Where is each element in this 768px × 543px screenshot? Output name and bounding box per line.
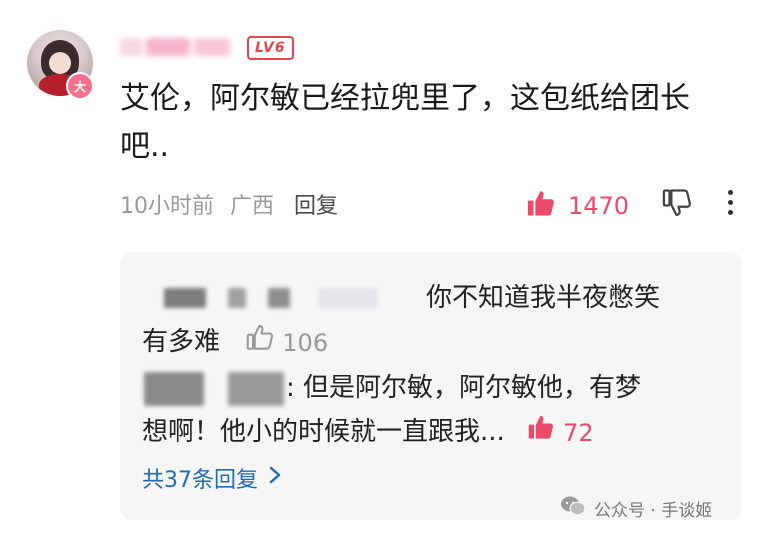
watermark-text: 公众号 · 手谈姬 (594, 501, 713, 521)
wechat-icon (560, 495, 586, 522)
reply-2-text-line2: 想啊！他小的时候就一直跟我... (142, 417, 505, 447)
reply-1-text-line1: 你不知道我半夜憋笑 (426, 283, 661, 313)
comment-meta: 10小时前 广西 回复 (120, 188, 338, 220)
reply-1-text-line2: 有多难 (142, 327, 221, 357)
reply-1-line2: 有多难 106 (142, 322, 328, 363)
replies-panel: 你不知道我半夜憋笑 有多难 106 : 但是阿尔敏，阿尔敏他，有梦 想啊！他小的… (120, 252, 742, 520)
thumbs-down-icon (662, 189, 692, 222)
comment-text-line2: 吧.. (120, 129, 170, 164)
reply-1-like-count: 106 (282, 328, 329, 357)
comment-time: 10小时前 (120, 194, 214, 219)
level-badge: LV6 (247, 36, 294, 60)
comment-text: 艾伦，阿尔敏已经拉兜里了，这包纸给团长 吧.. (120, 75, 740, 171)
reply-2-like-button[interactable]: 72 (527, 413, 594, 453)
reply-2-line2: 想啊！他小的时候就一直跟我... 72 (142, 412, 594, 453)
avatar-badge: 大 (66, 72, 94, 100)
comment-page: 大 LV6 艾伦，阿尔敏已经拉兜里了，这包纸给团长 吧.. 10小时前 广西 回… (0, 0, 768, 543)
reply-2-text-line1: : 但是阿尔敏，阿尔敏他，有梦 (286, 373, 642, 403)
comment-text-line1: 艾伦，阿尔敏已经拉兜里了，这包纸给团长 (120, 81, 690, 116)
like-count: 1470 (568, 192, 630, 220)
thumbs-up-icon (526, 188, 556, 224)
reply-2-like-count: 72 (563, 418, 594, 447)
like-button[interactable]: 1470 (526, 188, 629, 224)
thumbs-up-icon (246, 323, 274, 363)
chevron-right-icon (268, 465, 282, 491)
dislike-button[interactable] (662, 188, 692, 222)
comment-location: 广西 (230, 194, 275, 219)
reply-1-like-button[interactable]: 106 (246, 323, 328, 363)
username-blurred[interactable] (120, 34, 235, 60)
thumbs-up-icon (527, 413, 555, 453)
reply-button[interactable]: 回复 (294, 188, 338, 220)
see-all-replies-label: 共37条回复 (142, 468, 258, 493)
watermark: 公众号 · 手谈姬 (560, 495, 712, 522)
see-all-replies-link[interactable]: 共37条回复 (142, 462, 282, 494)
more-vertical-icon[interactable] (728, 190, 733, 215)
